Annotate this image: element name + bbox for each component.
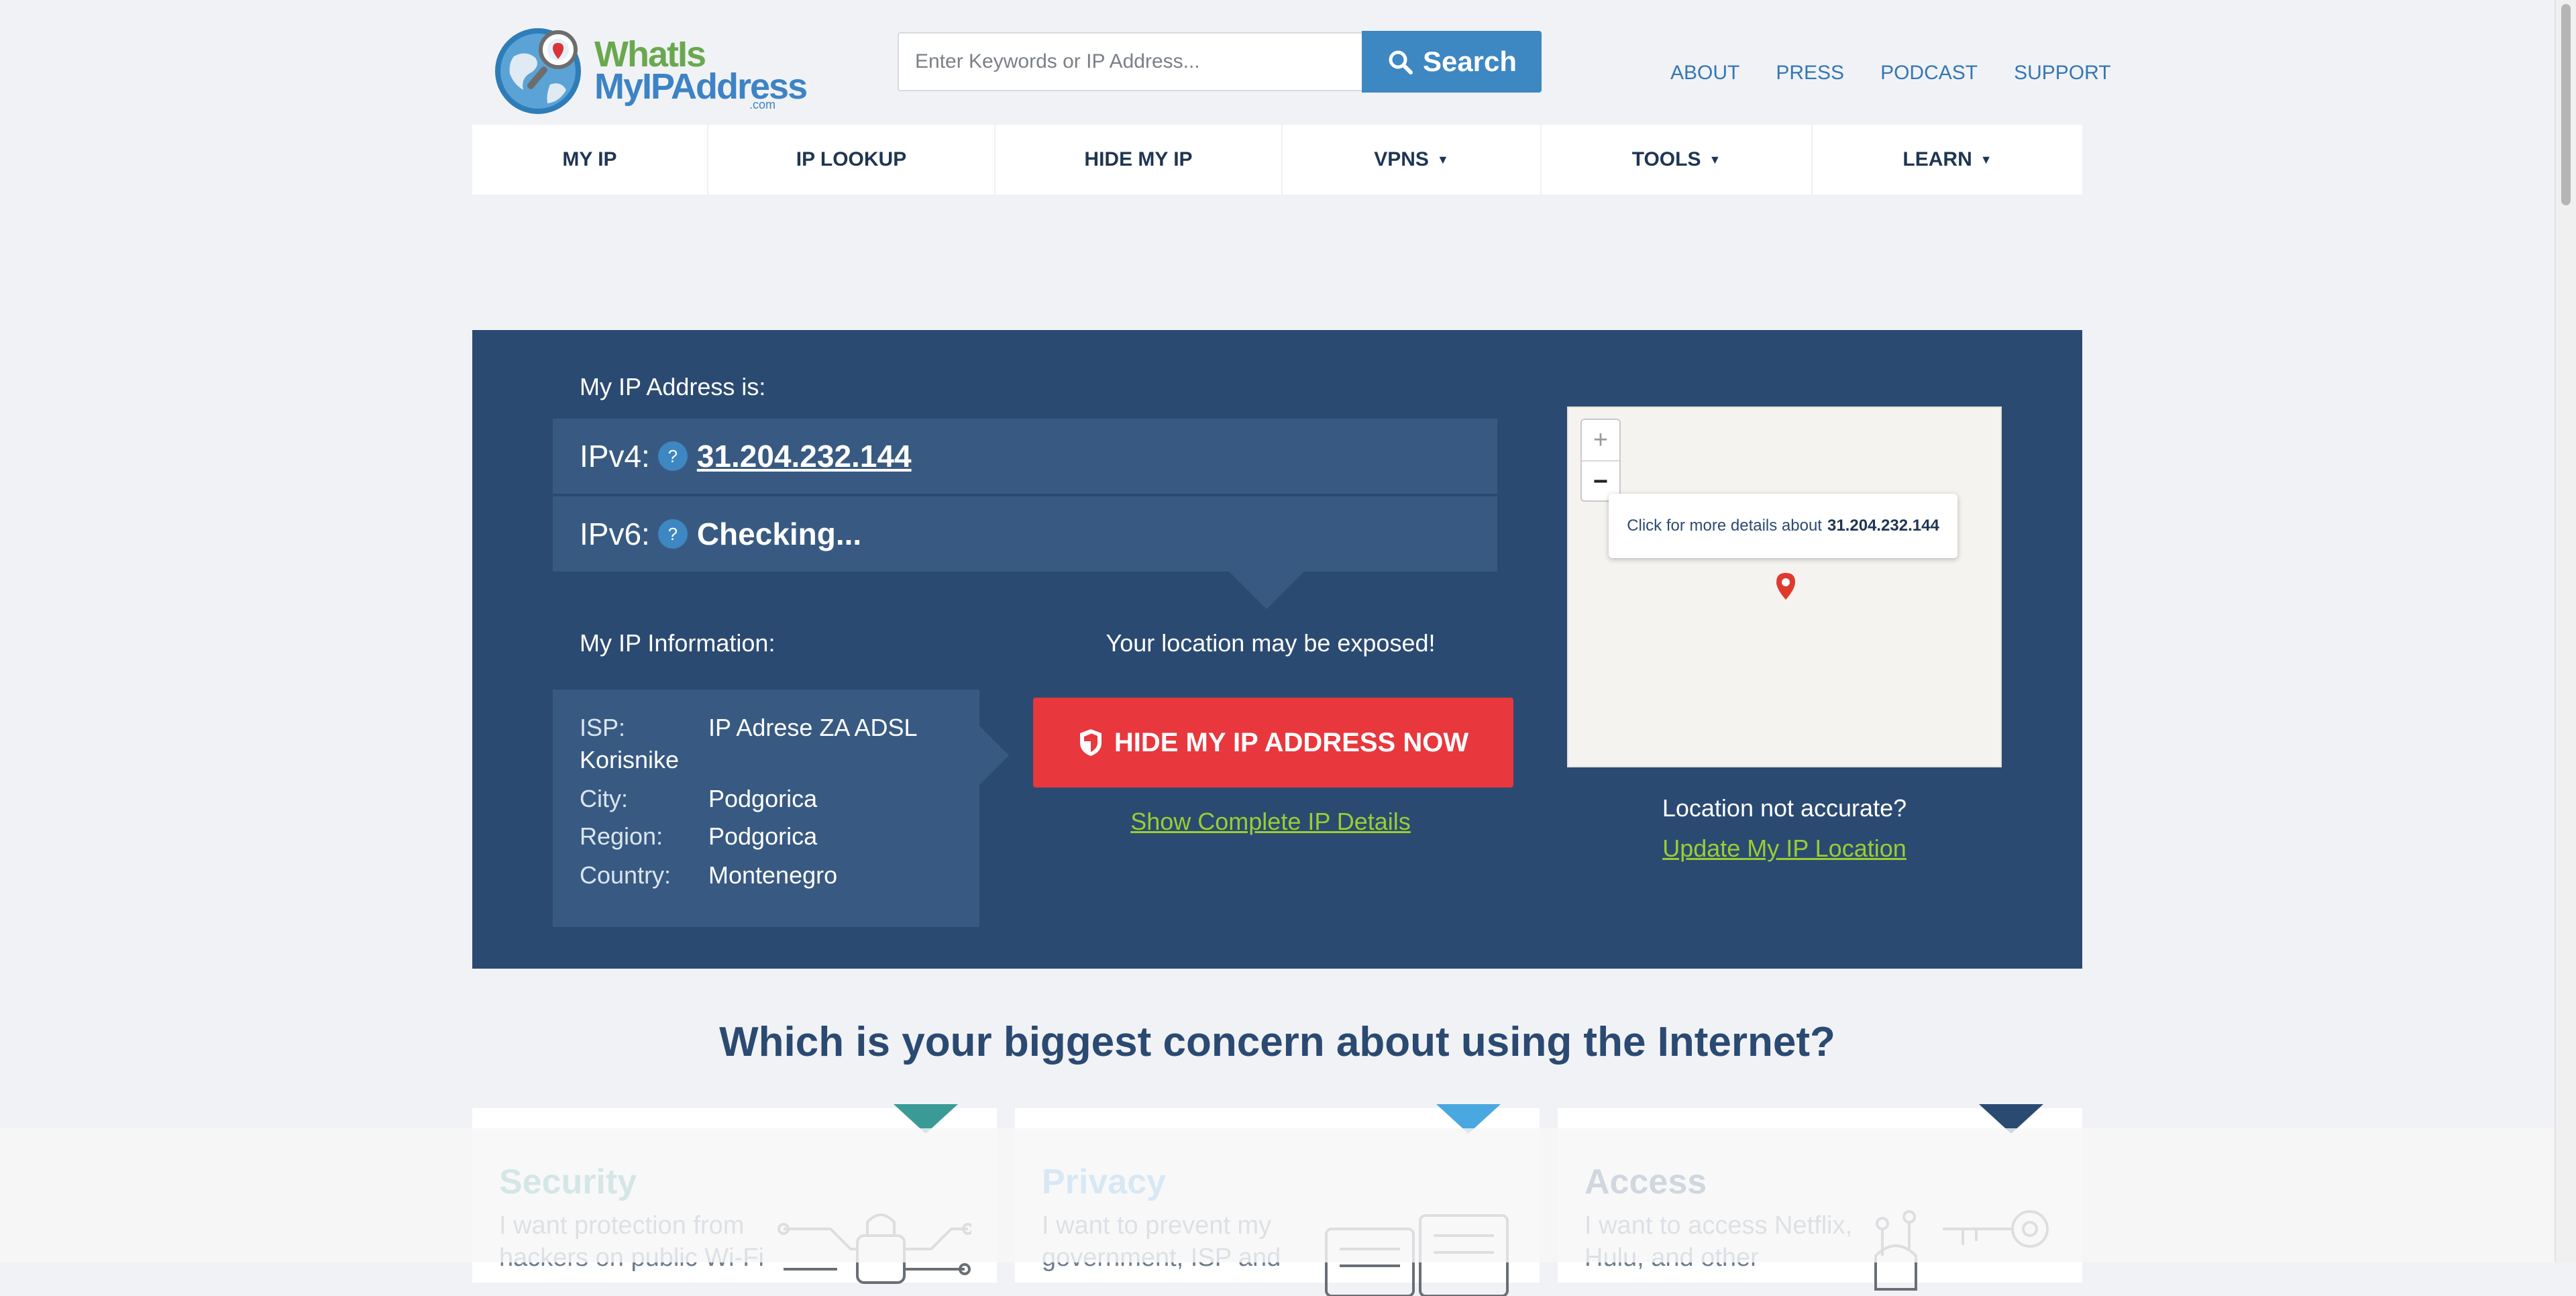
card-marker [894,1104,958,1134]
card-text: I want protection from hackers on public… [499,1211,764,1272]
ip-info-box: ISP: IP Adrese ZA ADSL Korisnike City: P… [553,690,979,927]
search-button[interactable]: Search [1362,31,1542,93]
zoom-in-button[interactable]: + [1582,420,1619,460]
info-box-pointer [979,726,1009,785]
link-about[interactable]: ABOUT [1670,62,1739,85]
nav-ip-lookup[interactable]: IP LOOKUP [708,125,996,195]
card-title: Privacy [1042,1163,1167,1201]
link-support[interactable]: SUPPORT [2014,62,2110,85]
map-popup[interactable]: Click for more details about 31.204.232.… [1609,494,1957,558]
info-row-region: Region: Podgorica [580,822,817,851]
exposed-warning: Your location may be exposed! [1106,629,1436,657]
city-key: City: [580,785,628,812]
page: WhatIs MyIPAddress .com Search ABOUT PRE… [0,0,2576,1296]
card-access[interactable]: Access I want to access Netflix, Hulu, a… [1558,1104,2082,1291]
search-button-label: Search [1422,46,1517,77]
region-key: Region: [580,822,663,850]
main-nav: MY IP IP LOOKUP HIDE MY IP VPNS ▼ TOOLS … [472,125,2082,195]
nav-hide-my-ip[interactable]: HIDE MY IP [996,125,1283,195]
concern-heading: Which is your biggest concern about usin… [719,1019,1835,1065]
search-icon [1389,50,1413,74]
nav-label: MY IP [562,148,617,170]
nav-label: HIDE MY IP [1084,148,1193,170]
show-ip-details-link[interactable]: Show Complete IP Details [1030,808,1511,836]
ipv6-value: Checking... [696,517,862,551]
ip-hero-panel: My IP Address is: IPv4: ? 31.204.232.144… [472,330,2082,969]
card-privacy[interactable]: Privacy I want to prevent my government,… [1015,1104,1540,1296]
logo-suffix: .com [749,98,775,111]
vertical-scrollbar[interactable] [2555,0,2576,1262]
nav-learn[interactable]: LEARN ▼ [1813,125,2082,195]
hide-my-ip-button[interactable]: HIDE MY IP ADDRESS NOW [1033,698,1513,788]
isp-value: IP Adrese ZA ADSL [708,714,918,741]
ip-panel-pointer [1229,572,1304,609]
map-popup-ip: 31.204.232.144 [1827,517,1939,535]
location-map[interactable]: + − Click for more details about 31.204.… [1567,407,2002,767]
lock-circuit-icon [777,1213,971,1284]
card-security[interactable]: Security I want protection from hackers … [472,1104,997,1284]
link-press[interactable]: PRESS [1776,62,1844,85]
map-pin-icon[interactable] [1775,572,1796,601]
ipv6-help-icon[interactable]: ? [657,519,688,549]
isp-value-continued: Korisnike [580,746,680,773]
card-title: Access [1585,1163,1707,1201]
info-row-city: City: Podgorica [580,785,817,813]
ipv4-value[interactable]: 31.204.232.144 [697,438,912,474]
ip-heading: My IP Address is: [580,373,766,400]
nav-my-ip[interactable]: MY IP [472,125,708,195]
map-popup-text: Click for more details about [1627,517,1822,535]
card-title: Security [499,1163,637,1201]
nav-label: TOOLS [1631,148,1701,170]
update-location-link[interactable]: Update My IP Location [1567,834,2002,863]
caret-down-icon: ▼ [1436,152,1449,166]
hide-button-label: HIDE MY IP ADDRESS NOW [1114,727,1469,757]
country-value: Montenegro [708,861,838,889]
card-marker [1979,1104,2043,1134]
ipv6-label: IPv6: [580,517,650,551]
top-links: ABOUT PRESS PODCAST SUPPORT [1670,62,2111,85]
nav-vpns[interactable]: VPNS ▼ [1283,125,1542,195]
scrollbar-thumb[interactable] [2561,4,2571,205]
ipv4-help-icon[interactable]: ? [657,441,688,471]
map-zoom-control: + − [1580,419,1621,502]
info-row-country: Country: Montenegro [580,861,837,889]
ipv6-row: IPv6: ? Checking... [553,496,1497,572]
nav-label: VPNS [1374,148,1429,170]
nav-label: IP LOOKUP [796,148,907,170]
info-heading: My IP Information: [580,629,775,657]
ipv4-label: IPv4: [580,439,650,474]
ipv4-row: IPv4: ? 31.204.232.144 [553,419,1497,494]
globe-logo-icon [495,28,581,114]
caret-down-icon: ▼ [1709,152,1721,166]
shield-icon [1079,729,1102,756]
document-stack-icon [1325,1214,1509,1296]
caret-down-icon: ▼ [1980,152,1992,166]
isp-key: ISP: [580,714,626,741]
card-marker [1436,1104,1501,1134]
site-logo[interactable]: WhatIs MyIPAddress .com [494,23,808,119]
info-row-isp: ISP: IP Adrese ZA ADSL [580,714,918,742]
logo-text: WhatIs MyIPAddress [594,36,808,105]
search-input[interactable] [898,32,1362,91]
location-question: Location not accurate? [1662,794,1907,822]
link-podcast[interactable]: PODCAST [1880,62,1978,85]
card-text: I want to access Netflix, Hulu, and othe… [1585,1211,1853,1272]
nav-tools[interactable]: TOOLS ▼ [1542,125,1813,195]
card-text: I want to prevent my government, ISP and [1042,1211,1281,1272]
country-key: Country: [580,861,672,889]
key-lock-icon [1874,1210,2049,1291]
city-value: Podgorica [708,785,818,812]
region-value: Podgorica [708,822,818,850]
nav-label: LEARN [1902,148,1972,170]
